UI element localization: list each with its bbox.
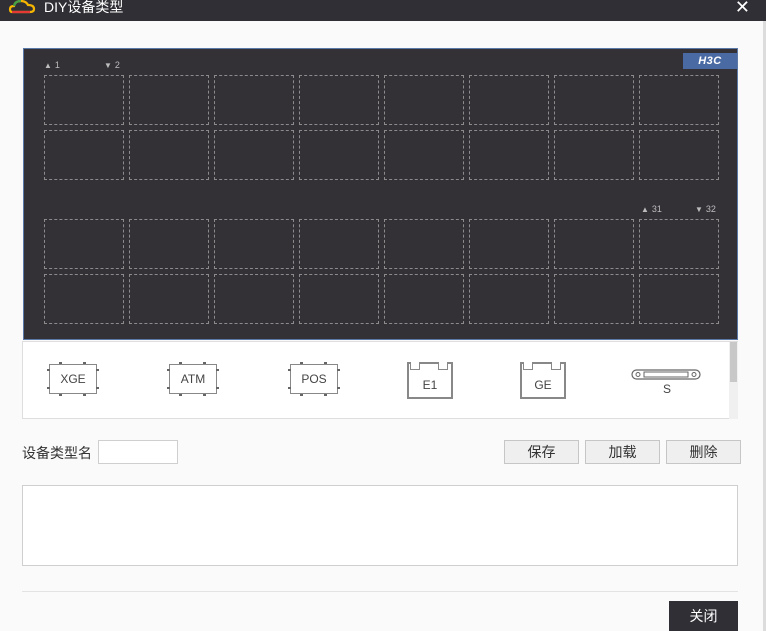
port-slot[interactable]: [554, 130, 634, 180]
transceiver-icon: POS: [290, 364, 338, 394]
port-slot[interactable]: [384, 75, 464, 125]
port-slot[interactable]: [214, 274, 294, 324]
up-triangle-icon: ▲: [44, 61, 52, 70]
scrollbar-track[interactable]: [729, 342, 738, 419]
window-title: DIY设备类型: [44, 0, 124, 15]
transceiver-icon: ATM: [169, 364, 217, 394]
port-slot[interactable]: [299, 219, 379, 269]
device-panel[interactable]: H3C ▲ 1 ▼ 2 ▲ 31 ▼ 32: [23, 48, 738, 340]
port-slot[interactable]: [469, 219, 549, 269]
port-slot[interactable]: [639, 274, 719, 324]
save-button[interactable]: 保存: [504, 440, 579, 464]
up-triangle-icon: ▲: [641, 205, 649, 214]
port-slot[interactable]: [299, 274, 379, 324]
port-slot[interactable]: [639, 219, 719, 269]
brand-logo: H3C: [683, 53, 737, 69]
port-slot[interactable]: [469, 130, 549, 180]
close-button[interactable]: 关闭: [669, 601, 738, 631]
port-slot[interactable]: [129, 274, 209, 324]
port-slot[interactable]: [129, 75, 209, 125]
load-button[interactable]: 加载: [585, 440, 660, 464]
port-slot[interactable]: [554, 219, 634, 269]
port-slot[interactable]: [299, 130, 379, 180]
slot-grid-top: [44, 75, 720, 181]
port-slot[interactable]: [214, 130, 294, 180]
down-triangle-icon: ▼: [104, 61, 112, 70]
down-triangle-icon: ▼: [695, 205, 703, 214]
transceiver-icon: XGE: [49, 364, 97, 394]
s-module[interactable]: S: [631, 368, 703, 398]
port-slot[interactable]: [44, 274, 124, 324]
xge-module[interactable]: XGE: [47, 361, 99, 397]
description-textarea[interactable]: [22, 485, 738, 566]
port-slot[interactable]: [214, 75, 294, 125]
serial-port-icon: [631, 369, 701, 380]
e1-module[interactable]: E1: [407, 362, 453, 399]
port-slot[interactable]: [129, 130, 209, 180]
port-slot[interactable]: [469, 75, 549, 125]
title-bar: DIY设备类型 ✕: [0, 0, 766, 21]
module-tray: XGE ATM POS E1 GE S: [22, 341, 738, 419]
port-slot[interactable]: [384, 274, 464, 324]
port-label-2: ▼ 2: [104, 60, 120, 70]
port-label-1: ▲ 1: [44, 60, 60, 70]
port-slot[interactable]: [554, 274, 634, 324]
port-label-32: ▼ 32: [695, 204, 716, 214]
port-slot[interactable]: [384, 130, 464, 180]
divider: [22, 591, 738, 592]
port-slot[interactable]: [469, 274, 549, 324]
cloud-logo-icon: [8, 0, 36, 14]
serial-label: S: [662, 382, 671, 396]
ge-module[interactable]: GE: [520, 362, 566, 399]
port-slot[interactable]: [639, 130, 719, 180]
port-label-31: ▲ 31: [641, 204, 662, 214]
port-slot[interactable]: [554, 75, 634, 125]
close-icon[interactable]: ✕: [735, 0, 750, 17]
port-slot[interactable]: [44, 75, 124, 125]
delete-button[interactable]: 删除: [666, 440, 741, 464]
atm-module[interactable]: ATM: [167, 361, 219, 397]
pos-module[interactable]: POS: [288, 361, 340, 397]
slot-grid-bottom: [44, 219, 720, 325]
port-slot[interactable]: [299, 75, 379, 125]
device-type-name-input[interactable]: [98, 440, 178, 464]
scrollbar-thumb[interactable]: [730, 342, 737, 382]
port-slot[interactable]: [44, 130, 124, 180]
port-slot[interactable]: [214, 219, 294, 269]
port-slot[interactable]: [639, 75, 719, 125]
port-slot[interactable]: [384, 219, 464, 269]
device-type-label: 设备类型名: [22, 445, 92, 461]
port-slot[interactable]: [129, 219, 209, 269]
port-slot[interactable]: [44, 219, 124, 269]
